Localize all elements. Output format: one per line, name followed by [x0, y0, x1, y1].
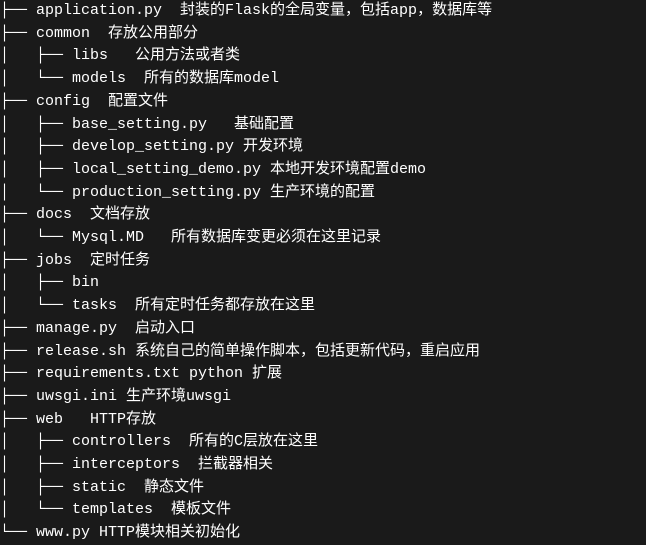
file-description: python 扩展	[180, 365, 282, 382]
tree-branch-icon: │ ├──	[0, 138, 72, 155]
tree-branch-icon: ├──	[0, 411, 36, 428]
tree-row: ├── application.py 封装的Flask的全局变量，包括app，数…	[0, 0, 646, 23]
file-description: 基础配置	[207, 116, 294, 133]
tree-row: │ ├── interceptors 拦截器相关	[0, 454, 646, 477]
tree-branch-icon: │ ├──	[0, 47, 72, 64]
tree-row: │ ├── controllers 所有的C层放在这里	[0, 431, 646, 454]
tree-branch-icon: ├──	[0, 252, 36, 269]
file-name: templates	[72, 501, 153, 518]
file-description: 开发环境	[234, 138, 303, 155]
file-name: docs	[36, 206, 72, 223]
tree-row: │ ├── base_setting.py 基础配置	[0, 114, 646, 137]
file-name: models	[72, 70, 126, 87]
file-name: jobs	[36, 252, 72, 269]
tree-row: │ └── production_setting.py 生产环境的配置	[0, 182, 646, 205]
file-name: www.py	[36, 524, 90, 541]
tree-row: │ └── models 所有的数据库model	[0, 68, 646, 91]
file-description: HTTP模块相关初始化	[90, 524, 240, 541]
file-name: local_setting_demo.py	[72, 161, 261, 178]
tree-branch-icon: │ ├──	[0, 274, 72, 291]
file-name: manage.py	[36, 320, 117, 337]
file-description: 生产环境uwsgi	[117, 388, 231, 405]
file-description: 文档存放	[72, 206, 150, 223]
file-name: Mysql.MD	[72, 229, 144, 246]
tree-branch-icon: ├──	[0, 320, 36, 337]
tree-row: ├── config 配置文件	[0, 91, 646, 114]
tree-branch-icon: │ └──	[0, 70, 72, 87]
tree-branch-icon: ├──	[0, 93, 36, 110]
file-name: controllers	[72, 433, 171, 450]
tree-branch-icon: │ └──	[0, 184, 72, 201]
file-description: 所有数据库变更必须在这里记录	[144, 229, 381, 246]
file-description: 生产环境的配置	[261, 184, 375, 201]
file-description: 启动入口	[117, 320, 195, 337]
file-description: 所有定时任务都存放在这里	[117, 297, 315, 314]
file-name: web	[36, 411, 63, 428]
tree-branch-icon: ├──	[0, 388, 36, 405]
file-description: 系统自己的简单操作脚本，包括更新代码，重启应用	[126, 343, 480, 360]
file-name: config	[36, 93, 90, 110]
tree-branch-icon: │ ├──	[0, 116, 72, 133]
file-name: production_setting.py	[72, 184, 261, 201]
tree-row: │ ├── bin	[0, 272, 646, 295]
tree-branch-icon: │ └──	[0, 297, 72, 314]
tree-branch-icon: │ ├──	[0, 456, 72, 473]
tree-branch-icon: ├──	[0, 2, 36, 19]
tree-row: ├── docs 文档存放	[0, 204, 646, 227]
file-description: 公用方法或者类	[108, 47, 240, 64]
tree-row: ├── common 存放公用部分	[0, 23, 646, 46]
tree-branch-icon: │ └──	[0, 501, 72, 518]
tree-branch-icon: ├──	[0, 25, 36, 42]
file-name: libs	[72, 47, 108, 64]
tree-row: ├── release.sh 系统自己的简单操作脚本，包括更新代码，重启应用	[0, 341, 646, 364]
file-description: 本地开发环境配置demo	[261, 161, 426, 178]
tree-branch-icon: └──	[0, 524, 36, 541]
tree-branch-icon: ├──	[0, 365, 36, 382]
file-name: develop_setting.py	[72, 138, 234, 155]
tree-row: ├── uwsgi.ini 生产环境uwsgi	[0, 386, 646, 409]
file-name: bin	[72, 274, 99, 291]
tree-row: ├── jobs 定时任务	[0, 250, 646, 273]
file-name: common	[36, 25, 90, 42]
tree-row: │ └── templates 模板文件	[0, 499, 646, 522]
file-name: base_setting.py	[72, 116, 207, 133]
tree-branch-icon: │ ├──	[0, 161, 72, 178]
file-description: 所有的C层放在这里	[171, 433, 318, 450]
tree-row: │ └── Mysql.MD 所有数据库变更必须在这里记录	[0, 227, 646, 250]
file-name: tasks	[72, 297, 117, 314]
file-name: application.py	[36, 2, 162, 19]
file-description: 存放公用部分	[90, 25, 198, 42]
file-description: HTTP存放	[63, 411, 156, 428]
tree-row: │ ├── libs 公用方法或者类	[0, 45, 646, 68]
file-description: 静态文件	[126, 479, 204, 496]
tree-branch-icon: ├──	[0, 206, 36, 223]
file-description: 配置文件	[90, 93, 168, 110]
file-name: requirements.txt	[36, 365, 180, 382]
tree-row: ├── requirements.txt python 扩展	[0, 363, 646, 386]
tree-row: │ ├── develop_setting.py 开发环境	[0, 136, 646, 159]
tree-branch-icon: ├──	[0, 343, 36, 360]
tree-row: │ ├── static 静态文件	[0, 477, 646, 500]
file-description: 定时任务	[72, 252, 150, 269]
tree-branch-icon: │ ├──	[0, 433, 72, 450]
file-description: 模板文件	[153, 501, 231, 518]
file-name: static	[72, 479, 126, 496]
file-description: 封装的Flask的全局变量，包括app，数据库等	[162, 2, 492, 19]
file-name: uwsgi.ini	[36, 388, 117, 405]
tree-row: │ └── tasks 所有定时任务都存放在这里	[0, 295, 646, 318]
file-description: 所有的数据库model	[126, 70, 279, 87]
tree-branch-icon: │ ├──	[0, 479, 72, 496]
tree-row: │ ├── local_setting_demo.py 本地开发环境配置demo	[0, 159, 646, 182]
file-name: interceptors	[72, 456, 180, 473]
tree-row: └── www.py HTTP模块相关初始化	[0, 522, 646, 545]
tree-branch-icon: │ └──	[0, 229, 72, 246]
tree-row: ├── manage.py 启动入口	[0, 318, 646, 341]
directory-tree: ├── application.py 封装的Flask的全局变量，包括app，数…	[0, 0, 646, 545]
tree-row: ├── web HTTP存放	[0, 409, 646, 432]
file-name: release.sh	[36, 343, 126, 360]
file-description: 拦截器相关	[180, 456, 273, 473]
